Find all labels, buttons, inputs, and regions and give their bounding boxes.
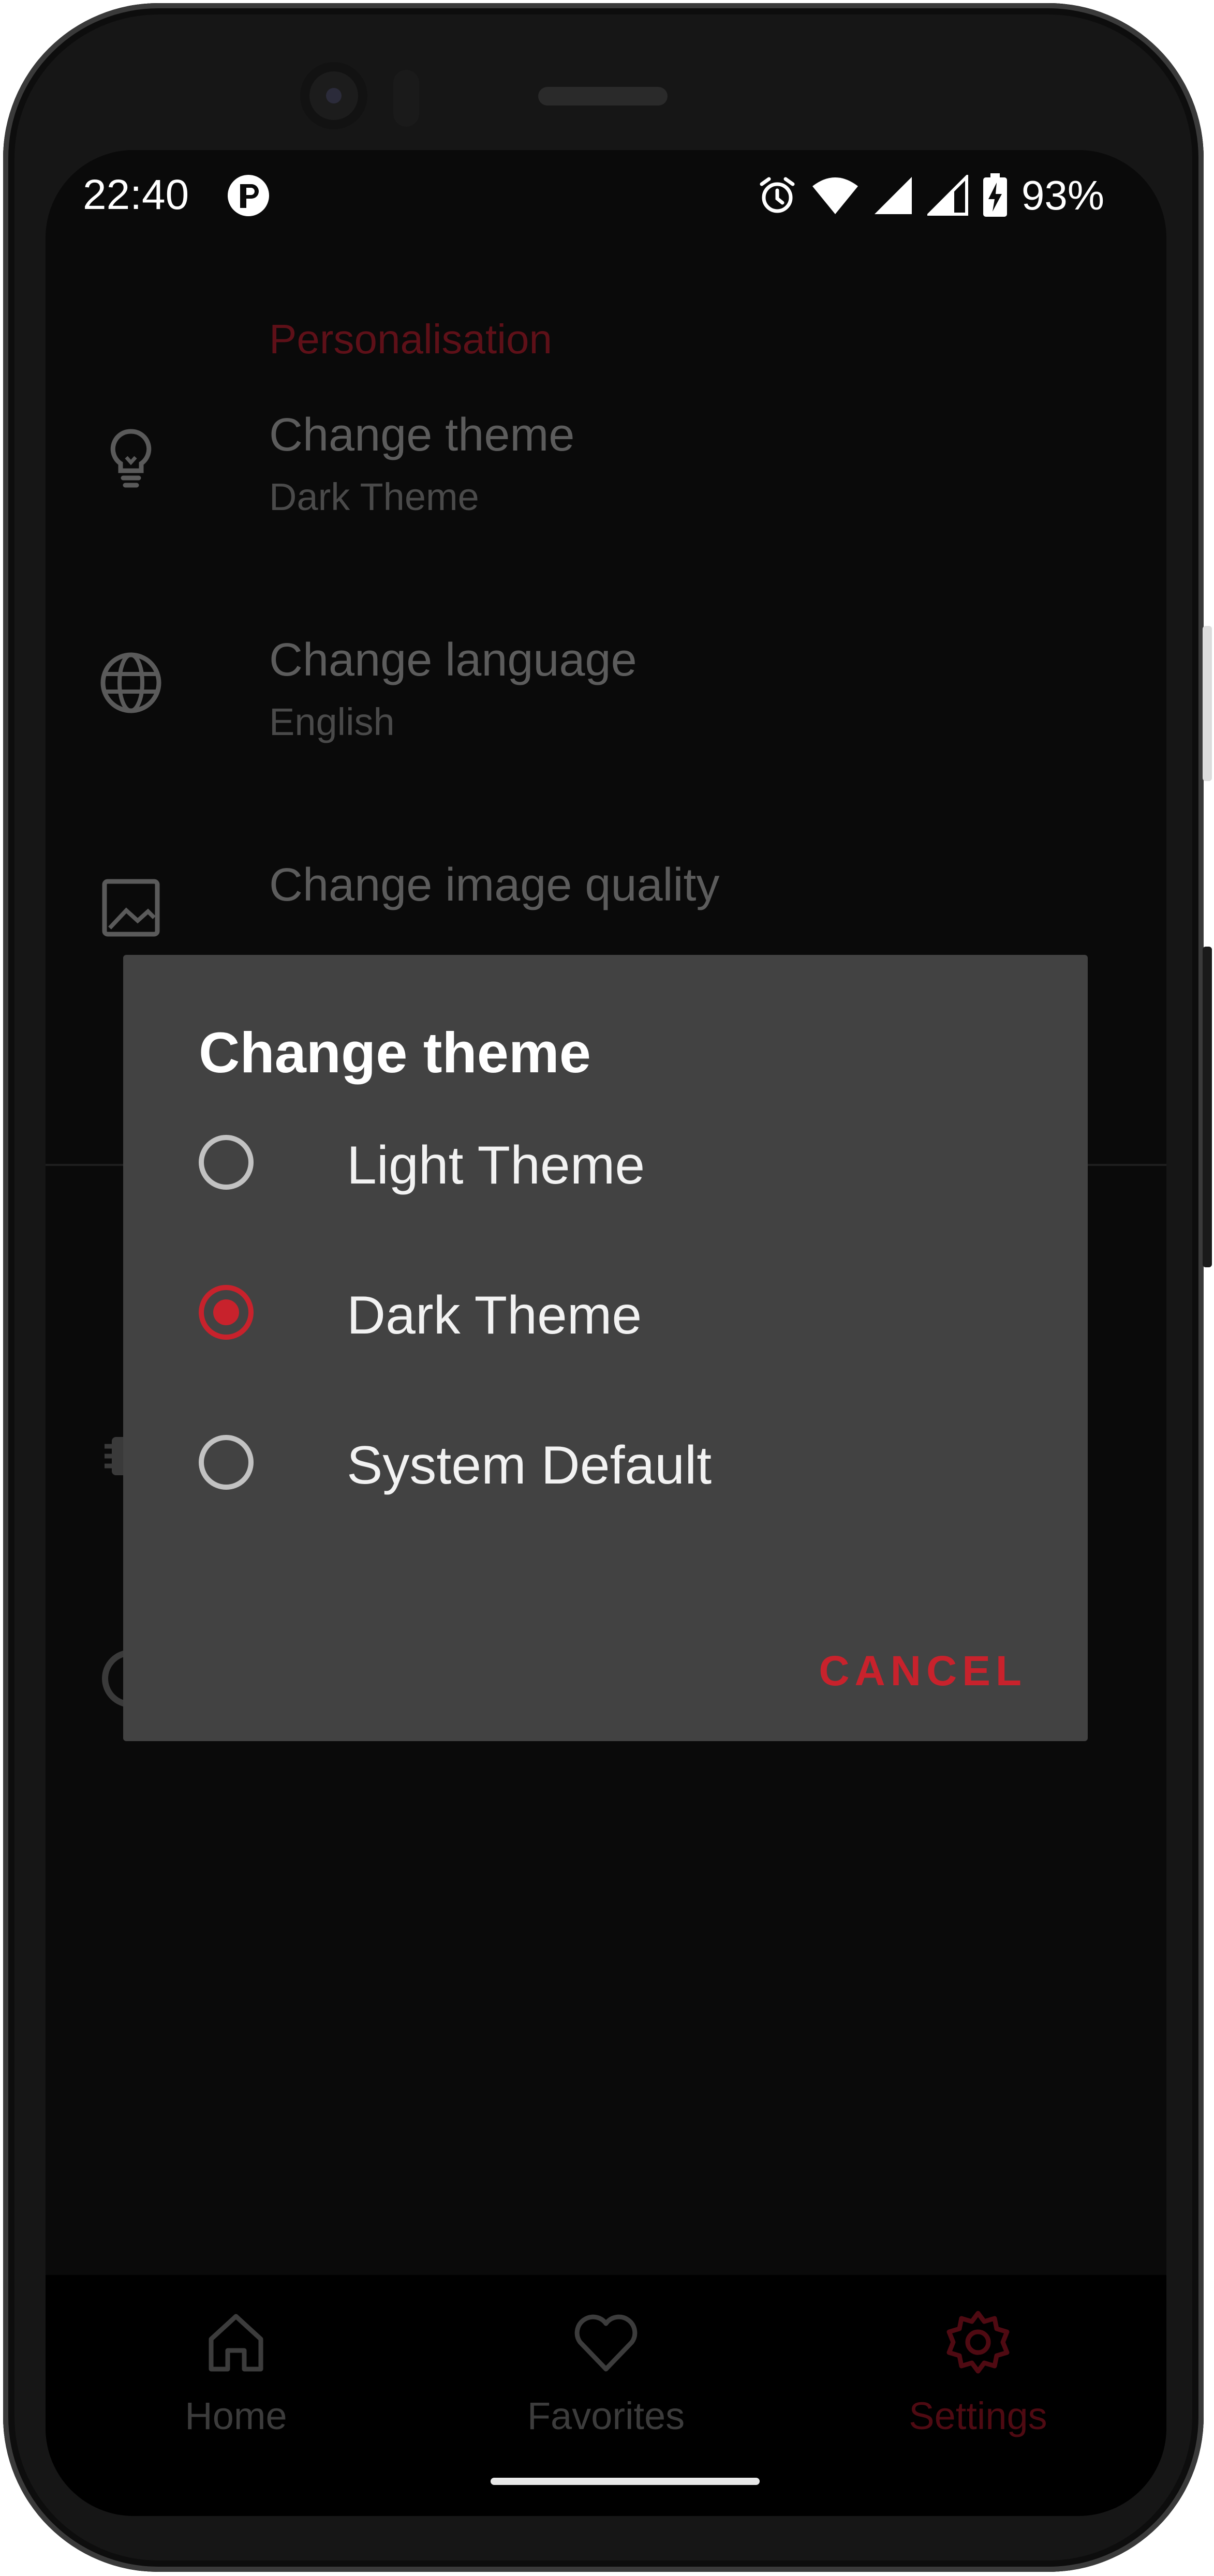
setting-subtitle: Dark Theme <box>269 475 479 518</box>
signal-icon <box>927 175 968 216</box>
nav-label: Home <box>185 2394 287 2437</box>
radio-button-selected[interactable] <box>199 1285 254 1340</box>
section-header: Personalisation <box>269 316 552 362</box>
nav-settings[interactable]: Settings <box>833 2306 1123 2440</box>
option-dark-theme[interactable]: Dark Theme <box>123 1252 1088 1386</box>
signal-icon <box>874 177 912 214</box>
earpiece-speaker <box>538 87 668 106</box>
setting-change-theme[interactable]: Change theme Dark Theme <box>46 409 1166 564</box>
home-indicator[interactable] <box>491 2478 760 2485</box>
heart-icon <box>574 2314 638 2372</box>
setting-title: Change language <box>269 634 637 686</box>
home-icon <box>209 2314 263 2372</box>
power-button <box>1203 947 1212 1267</box>
battery-percent: 93% <box>1021 172 1104 218</box>
radio-button[interactable] <box>199 1435 254 1490</box>
nav-home[interactable]: Home <box>91 2306 381 2440</box>
status-time: 22:40 <box>83 171 189 218</box>
option-label: System Default <box>347 1435 712 1495</box>
proximity-sensor <box>393 70 419 127</box>
screen: 22:40 93% Personalisation Change theme D… <box>46 150 1166 2516</box>
setting-title: Change theme <box>269 409 575 461</box>
setting-title: Change image quality <box>269 859 720 911</box>
battery-charging-icon <box>983 173 1007 217</box>
gear-icon <box>946 2311 1010 2374</box>
change-theme-dialog: Change theme Light Theme Dark Theme Syst… <box>123 955 1088 1741</box>
nav-label: Favorites <box>527 2394 685 2437</box>
alarm-icon <box>760 177 795 213</box>
setting-change-language[interactable]: Change language English <box>46 634 1166 789</box>
camera-lens <box>326 88 342 103</box>
image-icon <box>102 879 160 937</box>
radio-button[interactable] <box>199 1135 254 1190</box>
globe-icon <box>100 652 161 713</box>
option-label: Light Theme <box>347 1135 645 1195</box>
app-notification-icon <box>228 175 269 216</box>
wifi-icon <box>812 177 858 214</box>
cancel-button[interactable]: CANCEL <box>819 1638 1027 1705</box>
status-icons: 93% <box>757 171 1104 220</box>
option-light-theme[interactable]: Light Theme <box>123 1102 1088 1236</box>
dialog-title: Change theme <box>199 1021 591 1085</box>
option-system-default[interactable]: System Default <box>123 1402 1088 1536</box>
setting-subtitle: English <box>269 700 395 743</box>
nav-label: Settings <box>909 2394 1047 2437</box>
volume-button <box>1203 626 1212 781</box>
lightbulb-icon <box>110 429 152 488</box>
option-label: Dark Theme <box>347 1285 642 1345</box>
nav-favorites[interactable]: Favorites <box>461 2306 751 2440</box>
status-bar: 22:40 93% <box>46 150 1166 238</box>
